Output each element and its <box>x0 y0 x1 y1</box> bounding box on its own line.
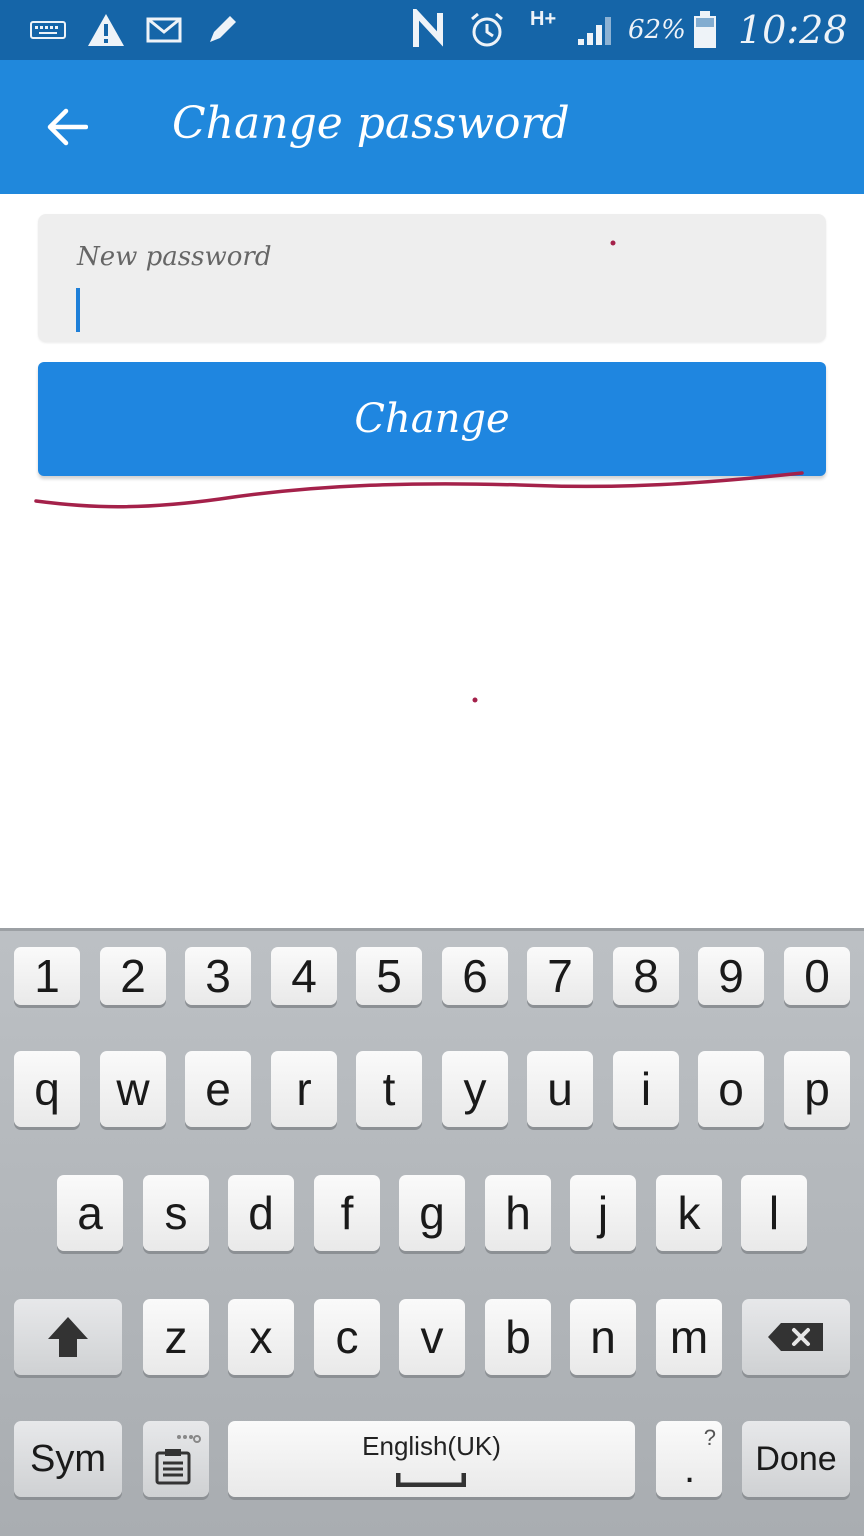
key-f[interactable]: f <box>314 1175 380 1251</box>
clock: 10:28 <box>738 8 848 52</box>
signal-icon <box>576 0 616 60</box>
back-button[interactable] <box>28 90 106 164</box>
page-title: Change password <box>172 98 570 149</box>
key-h[interactable]: h <box>485 1175 551 1251</box>
punctuation-key[interactable]: ? . <box>656 1421 722 1497</box>
key-b[interactable]: b <box>485 1299 551 1375</box>
shift-key[interactable] <box>14 1299 122 1375</box>
key-9[interactable]: 9 <box>698 947 764 1005</box>
battery-percent: 62% <box>628 15 686 45</box>
key-j[interactable]: j <box>570 1175 636 1251</box>
key-i[interactable]: i <box>613 1051 679 1127</box>
mail-icon <box>146 0 182 60</box>
key-6[interactable]: 6 <box>442 947 508 1005</box>
key-r[interactable]: r <box>271 1051 337 1127</box>
key-7[interactable]: 7 <box>527 947 593 1005</box>
key-g[interactable]: g <box>399 1175 465 1251</box>
key-s[interactable]: s <box>143 1175 209 1251</box>
nfc-icon <box>410 0 450 60</box>
backspace-key[interactable] <box>742 1299 850 1375</box>
pencil-icon <box>204 0 240 60</box>
key-y[interactable]: y <box>442 1051 508 1127</box>
app-bar: Change password <box>0 60 864 194</box>
key-e[interactable]: e <box>185 1051 251 1127</box>
shift-arrow-icon <box>48 1317 88 1357</box>
space-key-language: English(UK) <box>362 1431 501 1461</box>
backspace-icon <box>768 1323 823 1351</box>
status-bar: H+ 62% 10:28 <box>0 0 864 60</box>
content-area: New password Change <box>0 194 864 928</box>
key-3[interactable]: 3 <box>185 947 251 1005</box>
key-5[interactable]: 5 <box>356 947 422 1005</box>
key-2[interactable]: 2 <box>100 947 166 1005</box>
space-key[interactable]: English(UK) <box>228 1421 635 1497</box>
key-p[interactable]: p <box>784 1051 850 1127</box>
key-n[interactable]: n <box>570 1299 636 1375</box>
key-t[interactable]: t <box>356 1051 422 1127</box>
key-o[interactable]: o <box>698 1051 764 1127</box>
key-d[interactable]: d <box>228 1175 294 1251</box>
key-v[interactable]: v <box>399 1299 465 1375</box>
key-8[interactable]: 8 <box>613 947 679 1005</box>
key-0[interactable]: 0 <box>784 947 850 1005</box>
key-c[interactable]: c <box>314 1299 380 1375</box>
key-u[interactable]: u <box>527 1051 593 1127</box>
punctuation-main-label: . <box>684 1447 696 1491</box>
key-w[interactable]: w <box>100 1051 166 1127</box>
key-1[interactable]: 1 <box>14 947 80 1005</box>
annotation-underline <box>34 240 804 703</box>
sym-key[interactable]: Sym <box>14 1421 122 1497</box>
clipboard-key[interactable] <box>143 1421 209 1497</box>
warning-icon <box>86 0 126 60</box>
network-type-label: H+ <box>530 8 557 30</box>
punctuation-alt-label: ? <box>703 1425 716 1450</box>
key-q[interactable]: q <box>14 1051 80 1127</box>
soft-keyboard: 1 2 3 4 5 6 7 8 9 0 q w e r t y u i o p … <box>0 928 864 1536</box>
key-m[interactable]: m <box>656 1299 722 1375</box>
arrow-left-icon <box>47 108 88 146</box>
key-l[interactable]: l <box>741 1175 807 1251</box>
space-bar-icon <box>396 1473 466 1487</box>
key-z[interactable]: z <box>143 1299 209 1375</box>
clipboard-icon <box>155 1435 201 1485</box>
key-a[interactable]: a <box>57 1175 123 1251</box>
key-x[interactable]: x <box>228 1299 294 1375</box>
key-k[interactable]: k <box>656 1175 722 1251</box>
key-4[interactable]: 4 <box>271 947 337 1005</box>
battery-icon <box>692 0 718 60</box>
done-key[interactable]: Done <box>742 1421 850 1497</box>
keyboard-icon <box>30 0 66 60</box>
alarm-icon <box>468 0 506 60</box>
